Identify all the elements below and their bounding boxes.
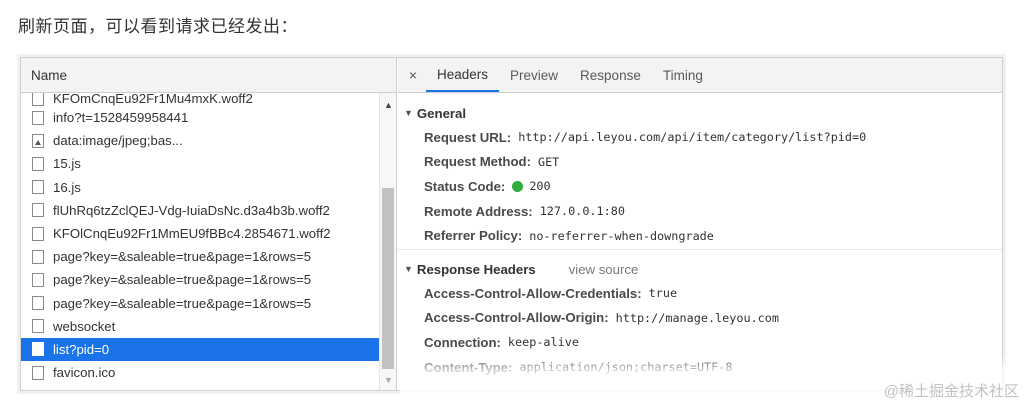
tab-response[interactable]: Response — [569, 58, 652, 92]
file-icon — [32, 365, 44, 380]
request-name: page?key=&saleable=true&page=1&rows=5 — [53, 295, 312, 311]
request-row[interactable]: page?key=&saleable=true&page=1&rows=5 — [21, 268, 379, 291]
header-key: Connection: — [424, 334, 501, 350]
file-icon — [32, 296, 44, 311]
request-name: 15.js — [53, 156, 81, 172]
request-name: info?t=1528459958441 — [53, 110, 189, 126]
header-value: true — [648, 286, 678, 301]
general-title: General — [416, 105, 467, 121]
header-value: no-referrer-when-downgrade — [529, 228, 714, 243]
file-icon — [32, 156, 44, 171]
status-ok-dot-icon — [512, 180, 524, 192]
header-key: Content-Type: — [424, 359, 513, 375]
general-section: ▼ General Request URL: http://api.leyou.c… — [398, 101, 1002, 248]
response-headers-section: ▼ Response Headers view source Access-Co… — [398, 257, 1002, 379]
view-source-link[interactable]: view source — [569, 262, 639, 277]
file-icon — [32, 93, 44, 106]
scrollbar-thumb[interactable] — [382, 188, 394, 369]
request-row[interactable]: data:image/jpeg;bas... — [21, 129, 379, 152]
request-name: page?key=&saleable=true&page=1&rows=5 — [53, 249, 312, 265]
request-row-selected[interactable]: list?pid=0 — [21, 337, 379, 362]
header-value: keep-alive — [507, 335, 579, 350]
request-name: list?pid=0 — [53, 341, 110, 357]
request-name: page?key=&saleable=true&page=1&rows=5 — [53, 272, 312, 288]
request-name: 16.js — [53, 179, 81, 195]
remote-address-row: Remote Address: 127.0.0.1:80 — [398, 199, 1002, 224]
acao-row: Access-Control-Allow-Origin: http://manag… — [398, 306, 1002, 331]
tab-timing[interactable]: Timing — [652, 58, 714, 92]
request-row[interactable]: KFOlCnqEu92Fr1MmEU9fBBc4.2854671.woff2 — [21, 222, 379, 245]
triangle-down-icon: ▼ — [404, 108, 413, 118]
request-name: flUhRq6tzZclQEJ-Vdg-IuiaDsNc.d3a4b3b.wof… — [53, 202, 330, 218]
referrer-policy-row: Referrer Policy: no-referrer-when-downgra… — [398, 223, 1002, 248]
request-name: KFOlCnqEu92Fr1MmEU9fBBc4.2854671.woff2 — [53, 226, 331, 242]
file-icon — [32, 226, 44, 241]
header-key: Request Method: — [424, 154, 531, 170]
details-tabbar: × Headers Preview Response Timing — [398, 58, 1002, 93]
connection-row: Connection: keep-alive — [398, 330, 1002, 355]
request-method-row: Request Method: GET — [398, 150, 1002, 175]
response-headers-title: Response Headers — [416, 261, 536, 277]
header-key: Access-Control-Allow-Credentials: — [424, 285, 642, 301]
header-key: Access-Control-Allow-Origin: — [424, 310, 609, 326]
request-details-pane: × Headers Preview Response Timing ▼ Gene… — [398, 58, 1002, 390]
scroll-down-arrow-icon[interactable]: ▼ — [380, 372, 397, 388]
header-key: Request URL: — [424, 129, 512, 145]
section-divider — [398, 249, 1002, 250]
request-row[interactable]: 15.js — [21, 152, 379, 175]
request-url-row: Request URL: http://api.leyou.com/api/ite… — [398, 125, 1002, 150]
request-list-pane: Name KFOmCnqEu92Fr1Mu4mxK.woff2 info?t=1… — [21, 58, 397, 390]
request-row[interactable]: info?t=1528459958441 — [21, 106, 379, 129]
request-name: websocket — [53, 318, 116, 334]
request-name: favicon.ico — [53, 365, 116, 381]
tab-preview[interactable]: Preview — [499, 58, 569, 92]
general-section-toggle[interactable]: ▼ General — [398, 101, 1002, 125]
watermark: @稀土掘金技术社区 — [883, 383, 1019, 400]
request-name: KFOmCnqEu92Fr1Mu4mxK.woff2 — [53, 93, 253, 106]
request-row[interactable]: flUhRq6tzZclQEJ-Vdg-IuiaDsNc.d3a4b3b.wof… — [21, 199, 379, 222]
request-row[interactable]: websocket — [21, 315, 379, 338]
file-icon — [32, 272, 44, 287]
vertical-scrollbar[interactable]: ▲ ▼ — [379, 93, 396, 390]
request-name: data:image/jpeg;bas... — [53, 133, 183, 149]
acac-row: Access-Control-Allow-Credentials: true — [398, 281, 1002, 306]
devtools-network-panel: Name KFOmCnqEu92Fr1Mu4mxK.woff2 info?t=1… — [20, 57, 1003, 391]
request-row[interactable]: page?key=&saleable=true&page=1&rows=5 — [21, 292, 379, 315]
file-icon — [32, 180, 44, 195]
scroll-up-arrow-icon[interactable]: ▲ — [380, 97, 397, 113]
header-key: Status Code: — [424, 178, 506, 194]
file-icon — [32, 249, 44, 264]
header-value: 127.0.0.1:80 — [539, 204, 625, 219]
header-key: Referrer Policy: — [424, 228, 523, 244]
header-value: http://manage.leyou.com — [615, 310, 779, 325]
request-row[interactable]: KFOmCnqEu92Fr1Mu4mxK.woff2 — [21, 93, 379, 106]
request-row[interactable]: 16.js — [21, 176, 379, 199]
page-caption: 刷新页面，可以看到请求已经发出： — [18, 17, 298, 36]
header-key: Remote Address: — [424, 203, 533, 219]
file-icon — [32, 110, 44, 125]
header-value: application/json;charset=UTF-8 — [519, 360, 733, 375]
header-value: http://api.leyou.com/api/item/category/l… — [518, 130, 867, 145]
tab-headers[interactable]: Headers — [426, 58, 500, 92]
triangle-down-icon: ▼ — [404, 264, 413, 274]
request-list: KFOmCnqEu92Fr1Mu4mxK.woff2 info?t=152845… — [21, 93, 379, 390]
status-code-row: Status Code: 200 — [398, 174, 1002, 199]
image-file-icon — [32, 133, 44, 148]
header-value: 200 — [529, 179, 551, 194]
close-icon[interactable]: × — [400, 58, 426, 92]
response-headers-toggle[interactable]: ▼ Response Headers view source — [398, 257, 1002, 281]
file-icon — [32, 203, 44, 218]
file-icon — [32, 342, 44, 357]
name-column-header[interactable]: Name — [21, 58, 396, 93]
file-icon — [32, 319, 44, 334]
request-row[interactable]: page?key=&saleable=true&page=1&rows=5 — [21, 245, 379, 268]
header-value: GET — [537, 154, 560, 169]
request-row[interactable]: favicon.ico — [21, 361, 379, 384]
content-type-row: Content-Type: application/json;charset=UT… — [398, 355, 1002, 380]
